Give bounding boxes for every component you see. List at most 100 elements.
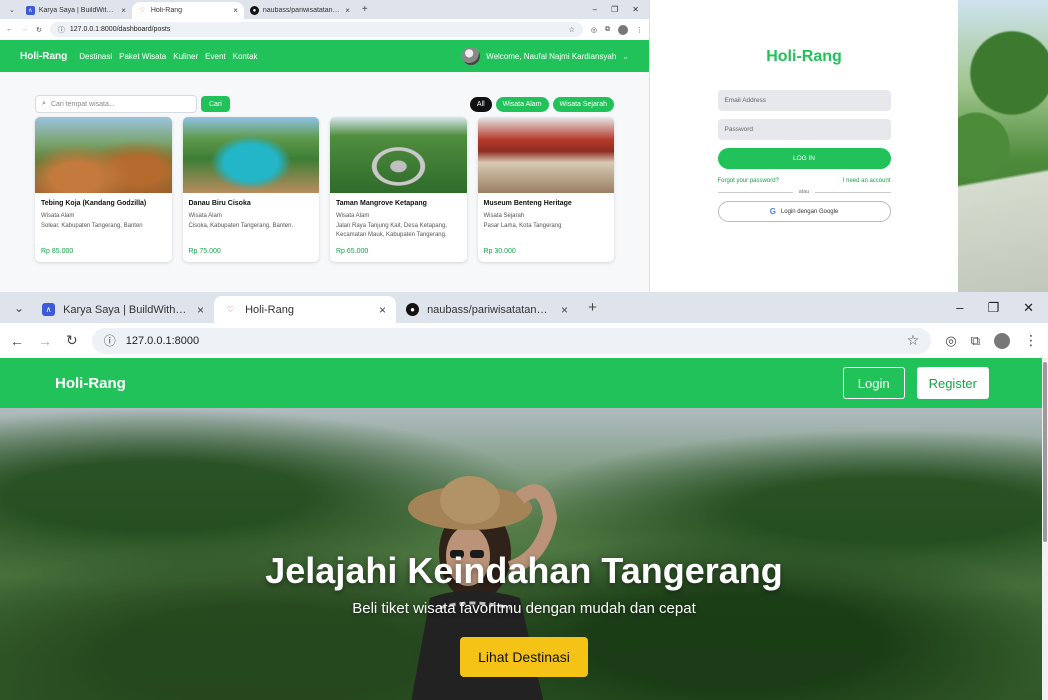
maximize-icon[interactable]: ❐ [611,5,618,14]
login-brand: Holi-Rang [766,48,842,65]
nav-link-event[interactable]: Event [205,52,225,61]
bookmark-star-icon[interactable]: ☆ [907,332,920,349]
site-brand[interactable]: Holi-Rang [20,51,67,62]
card-location: Cisoka, Kabupaten Tangerang, Banten. [188,222,294,229]
hero-subtitle: Beli tiket wisata favoritmu dengan mudah… [352,600,696,617]
reload-icon[interactable]: ↻ [66,332,78,349]
close-icon[interactable]: × [379,303,386,317]
card-location: Jalan Raya Tanjung Kait, Desa Ketapang, … [336,222,447,239]
card-title: Danau Biru Cisoka [188,200,251,207]
url-field[interactable]: ⓘ 127.0.0.1:8000 ☆ [91,327,932,354]
url-text: 127.0.0.1:8000 [125,334,200,347]
tab-buildwithangga[interactable]: ∧ Karya Saya | BuildWithAngga × [20,2,132,19]
holi-rang-icon: ♡ [139,8,146,14]
github-icon: ● [249,6,259,15]
hero-section: Jelajahi Keindahan Tangerang Beli tiket … [0,408,1048,700]
destination-card[interactable]: Museum Benteng Heritage Wisata Sejarah P… [477,117,615,262]
register-button[interactable]: Register [916,367,989,399]
card-price: Rp 65.000 [336,248,369,255]
translate-icon[interactable]: ◎ [591,26,597,34]
tab-github[interactable]: ● naubass/pariwisatatangerang × [244,2,356,19]
password-field[interactable]: Password [717,119,891,140]
forward-icon[interactable]: → [38,333,52,349]
card-title: Tebing Koja (Kandang Godzilla) [41,200,147,207]
translate-icon[interactable]: ◎ [945,333,956,349]
filter-all[interactable]: All [469,96,492,112]
nav-link-kuliner[interactable]: Kuliner [173,52,198,61]
new-tab-icon[interactable]: + [578,299,607,316]
tab-holi-rang[interactable]: ♡ Holi-Rang × [214,296,397,323]
hero-title: Jelajahi Keindahan Tangerang [265,550,783,591]
profile-avatar[interactable] [618,24,628,35]
user-greeting: Welcome, Naufal Najmi Kardiansyah [486,51,617,61]
tab-github[interactable]: ● naubass/pariwisatatangerang × [396,296,578,323]
reload-icon[interactable]: ↻ [36,26,42,34]
close-icon[interactable]: × [233,6,238,15]
login-button[interactable]: LOG IN [717,148,891,169]
search-button[interactable]: Cari [201,96,230,112]
tab-label: Holi-Rang [150,7,182,14]
new-tab-icon[interactable]: + [356,4,374,15]
close-icon[interactable]: × [121,6,126,15]
maximize-icon[interactable]: ❐ [987,300,999,316]
card-price: Rp 85.000 [41,248,74,255]
site-navbar: Holi-Rang Destinasi Paket Wisata Kuliner… [0,40,649,72]
destination-image [35,117,172,193]
user-menu[interactable]: Welcome, Naufal Najmi Kardiansyah ⌄ [462,47,629,65]
search-icon: ⌕ [42,100,46,107]
profile-avatar[interactable] [994,332,1010,349]
tab-search-icon[interactable]: ⌄ [6,301,32,315]
nav-link-destinasi[interactable]: Destinasi [79,52,112,61]
extensions-icon[interactable]: ⧉ [971,333,980,349]
destination-card[interactable]: Danau Biru Cisoka Wisata Alam Cisoka, Ka… [182,117,320,262]
destination-card[interactable]: Taman Mangrove Ketapang Wisata Alam Jala… [330,117,467,262]
nav-link-paket-wisata[interactable]: Paket Wisata [119,52,166,61]
landing-browser-window: ⌄ ∧ Karya Saya | BuildWithAngga × ♡ Holi… [0,292,1048,700]
menu-kebab-icon[interactable]: ⋮ [1024,332,1038,349]
forward-icon[interactable]: → [21,26,28,33]
filter-wisata-sejarah[interactable]: Wisata Sejarah [552,96,614,112]
search-input[interactable]: ⌕ Cari tempat wisata... [35,95,197,113]
filter-wisata-alam[interactable]: Wisata Alam [495,96,549,112]
tab-search-icon[interactable]: ⌄ [4,6,20,14]
forgot-password-link[interactable]: Forgot your password? [718,178,779,184]
url-field[interactable]: ⓘ 127.0.0.1:8000/dashboard/posts ☆ [49,22,583,37]
close-window-icon[interactable]: ✕ [632,5,639,14]
hero-content: Jelajahi Keindahan Tangerang Beli tiket … [0,550,1048,677]
card-meta: Wisata Sejarah Pasar Lama, Kota Tangeran… [478,207,615,231]
buildwithangga-icon: ∧ [42,303,56,316]
nav-link-kontak[interactable]: Kontak [233,52,258,61]
minimize-icon[interactable]: – [956,300,963,316]
tab-buildwithangga[interactable]: ∧ Karya Saya | BuildWithAngga × [32,296,214,323]
email-field[interactable]: Email Address [717,90,891,111]
need-account-link[interactable]: I need an account [843,178,891,184]
address-bar: ← → ↻ ⓘ 127.0.0.1:8000 ☆ ◎ ⧉ ⋮ [0,323,1048,358]
tab-label: Holi-Rang [245,303,294,316]
card-category: Wisata Sejarah [483,213,525,219]
google-login-button[interactable]: G Login dengan Google [717,201,891,222]
close-icon[interactable]: × [561,303,568,317]
login-button[interactable]: Login [842,367,905,399]
close-window-icon[interactable]: ✕ [1023,300,1034,316]
menu-kebab-icon[interactable]: ⋮ [636,26,643,34]
site-info-icon[interactable]: ⓘ [58,25,65,35]
site-info-icon[interactable]: ⓘ [104,332,116,349]
card-meta: Wisata Alam Cisoka, Kabupaten Tangerang,… [183,207,320,231]
back-icon[interactable]: ← [6,26,13,33]
minimize-icon[interactable]: – [593,5,597,14]
lihat-destinasi-button[interactable]: Lihat Destinasi [460,637,588,677]
search-placeholder: Cari tempat wisata... [50,100,115,108]
close-icon[interactable]: × [345,6,350,15]
tab-strip: ⌄ ∧ Karya Saya | BuildWithAngga × ♡ Holi… [0,292,1048,323]
extensions-icon[interactable]: ⧉ [605,26,610,34]
back-icon[interactable]: ← [10,333,24,349]
close-icon[interactable]: × [197,303,204,317]
destination-card[interactable]: Tebing Koja (Kandang Godzilla) Wisata Al… [35,117,172,262]
bookmark-star-icon[interactable]: ☆ [569,26,575,34]
tab-holi-rang[interactable]: ♡ Holi-Rang × [131,2,244,19]
nav-links: Destinasi Paket Wisata Kuliner Event Kon… [79,52,257,61]
window-controls: – ❐ ✕ [593,5,649,14]
google-login-label: Login dengan Google [780,208,839,215]
site-brand[interactable]: Holi-Rang [55,375,126,392]
page-scrollbar[interactable] [1042,358,1048,700]
